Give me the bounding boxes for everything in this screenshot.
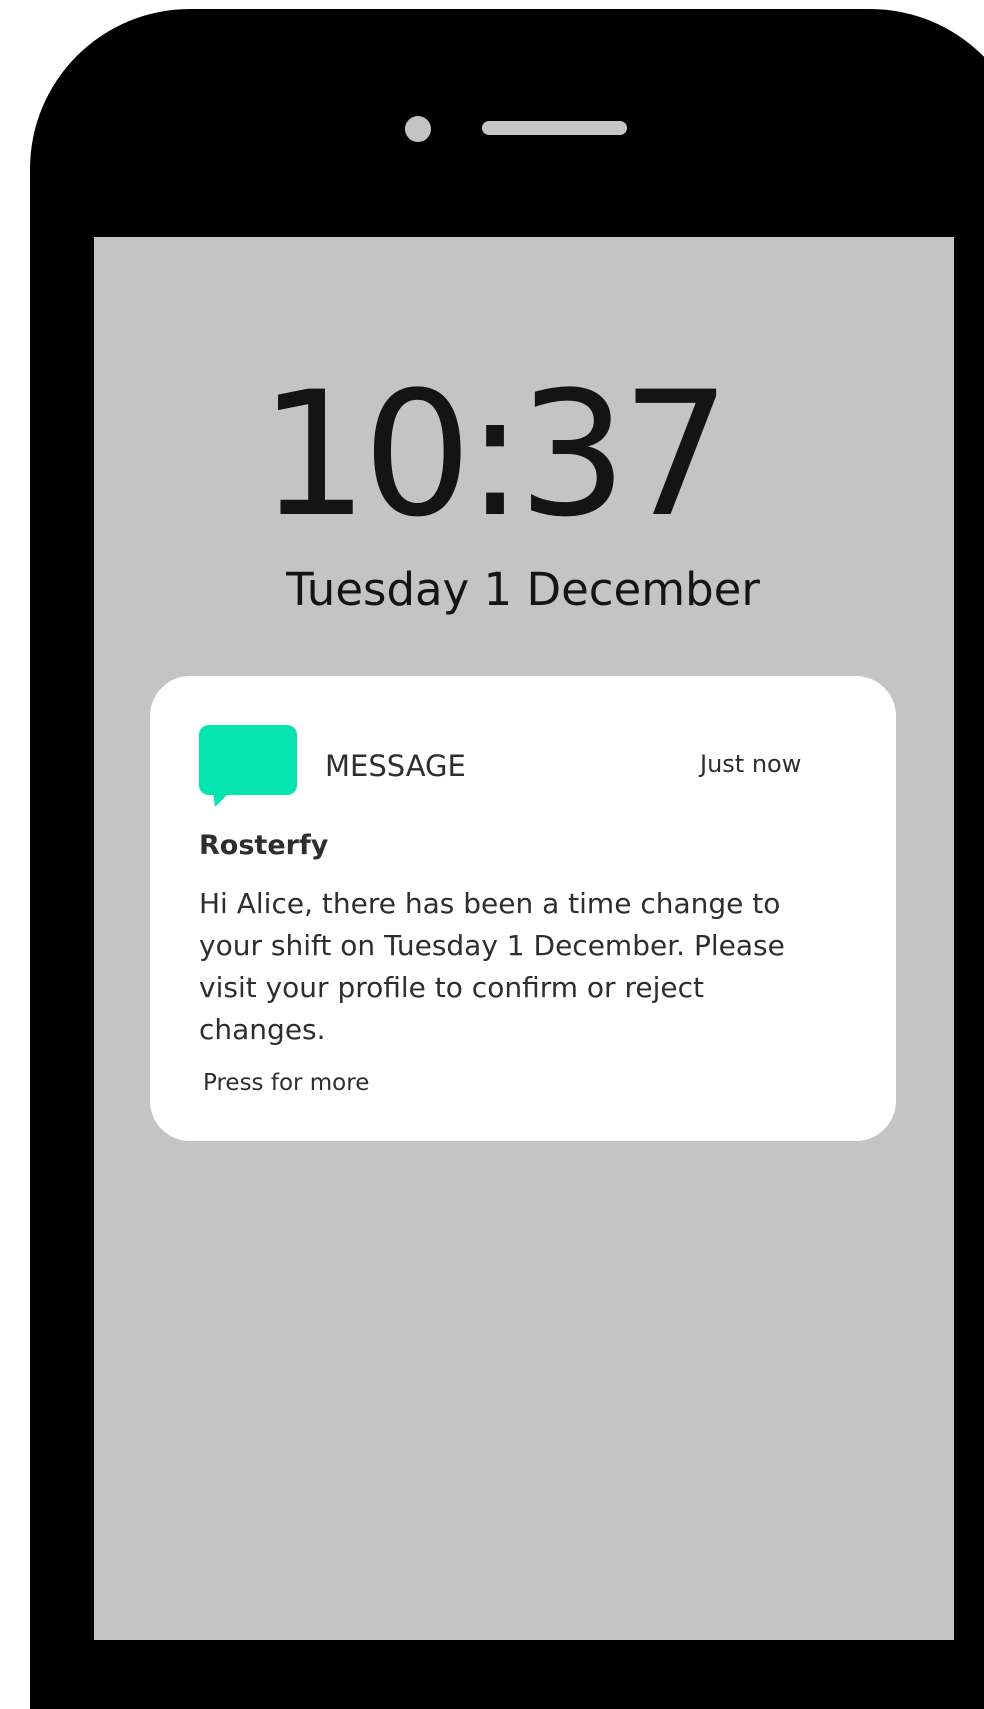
notification-card[interactable]: MESSAGE Just now Rosterfy Hi Alice, ther… [150, 676, 896, 1141]
lock-screen-clock: 10:37 [259, 354, 731, 555]
press-for-more-link[interactable]: Press for more [203, 1066, 369, 1100]
notification-sender: Rosterfy [199, 830, 329, 861]
earpiece-speaker [482, 121, 627, 135]
lock-screen-date: Tuesday 1 December [286, 563, 760, 616]
speech-bubble-icon [199, 725, 297, 807]
notification-timestamp: Just now [700, 750, 802, 778]
notification-app-name: MESSAGE [325, 749, 466, 783]
notification-body: Hi Alice, there has been a time change t… [199, 887, 785, 1046]
front-camera [405, 116, 431, 142]
